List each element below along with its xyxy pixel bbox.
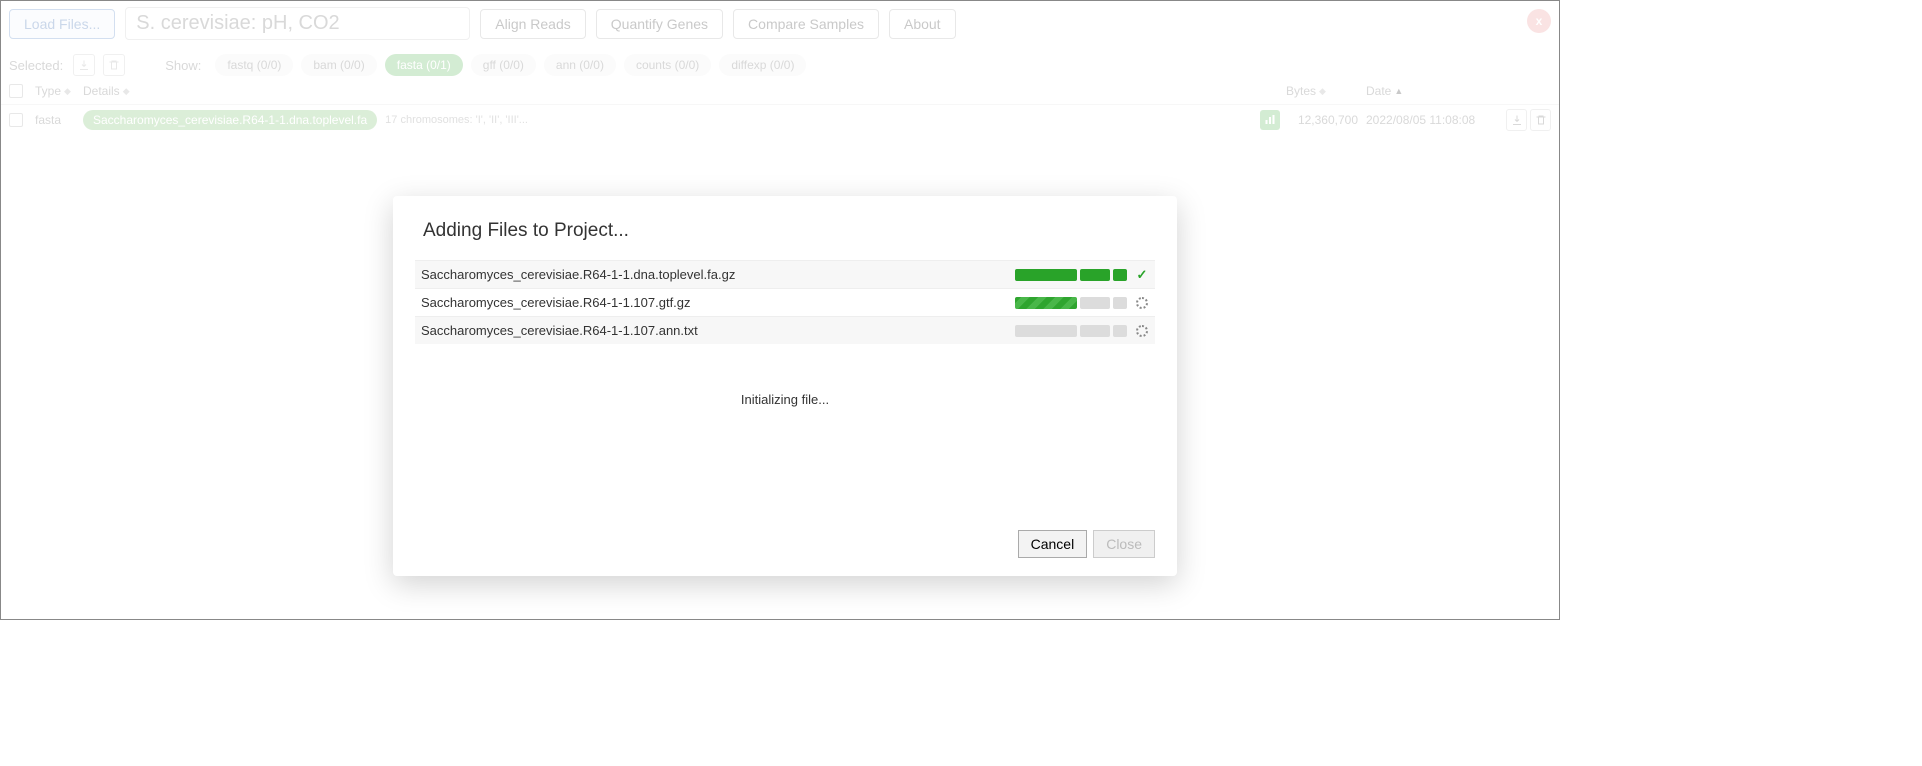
sort-icon: ◆ (1319, 86, 1326, 97)
app-window: Load Files... Align Reads Quantify Genes… (0, 0, 1560, 620)
filter-pill-diffexp[interactable]: diffexp (0/0) (719, 54, 806, 76)
row-type: fasta (35, 113, 83, 127)
file-description: 17 chromosomes: 'I', 'II', 'III'... (385, 114, 528, 126)
add-files-modal: Adding Files to Project... Saccharomyces… (393, 196, 1177, 576)
modal-status-text: Initializing file... (393, 392, 1177, 407)
row-date: 2022/08/05 11:08:08 (1366, 113, 1506, 127)
row-details: Saccharomyces_cerevisiae.R64-1-1.dna.top… (83, 110, 1260, 130)
modal-file-name: Saccharomyces_cerevisiae.R64-1-1.dna.top… (421, 267, 1015, 282)
col-details-label: Details (83, 84, 120, 98)
col-details[interactable]: Details◆ (83, 84, 1286, 98)
project-title-input[interactable] (125, 7, 470, 40)
align-reads-button[interactable]: Align Reads (480, 9, 586, 39)
col-bytes-label: Bytes (1286, 84, 1316, 98)
download-selected-icon[interactable] (73, 54, 95, 76)
filter-pill-ann[interactable]: ann (0/0) (544, 54, 616, 76)
modal-footer: Cancel Close (393, 520, 1177, 576)
progress-bar (1015, 325, 1127, 337)
modal-file-name: Saccharomyces_cerevisiae.R64-1-1.107.ann… (421, 323, 1015, 338)
modal-file-row: Saccharomyces_cerevisiae.R64-1-1.107.ann… (415, 316, 1155, 344)
filter-pill-fasta[interactable]: fasta (0/1) (385, 54, 463, 76)
modal-file-row: Saccharomyces_cerevisiae.R64-1-1.107.gtf… (415, 288, 1155, 316)
filter-pill-gff[interactable]: gff (0/0) (471, 54, 536, 76)
sort-asc-icon: ▲ (1394, 86, 1403, 96)
modal-file-row: Saccharomyces_cerevisiae.R64-1-1.dna.top… (415, 260, 1155, 288)
modal-title: Adding Files to Project... (393, 196, 1177, 254)
chart-icon[interactable] (1260, 110, 1280, 130)
spinner-icon (1135, 324, 1149, 338)
quantify-genes-button[interactable]: Quantify Genes (596, 9, 723, 39)
filter-pill-fastq[interactable]: fastq (0/0) (215, 54, 293, 76)
col-date[interactable]: Date▲ (1366, 84, 1506, 98)
progress-bar (1015, 297, 1127, 309)
download-row-icon[interactable] (1506, 109, 1527, 131)
modal-file-name: Saccharomyces_cerevisiae.R64-1-1.107.gtf… (421, 295, 1015, 310)
col-bytes[interactable]: Bytes◆ (1286, 84, 1358, 98)
delete-row-icon[interactable] (1530, 109, 1551, 131)
modal-file-list: Saccharomyces_cerevisiae.R64-1-1.dna.top… (393, 254, 1177, 350)
spinner-icon (1135, 296, 1149, 310)
col-date-label: Date (1366, 84, 1391, 98)
col-type-label: Type (35, 84, 61, 98)
row-bytes: 12,360,700 (1286, 113, 1358, 127)
cancel-button[interactable]: Cancel (1018, 530, 1088, 558)
about-button[interactable]: About (889, 9, 956, 39)
close-button: Close (1093, 530, 1155, 558)
table-header: Type◆ Details◆ Bytes◆ Date▲ (1, 78, 1559, 105)
show-label: Show: (165, 58, 201, 73)
compare-samples-button[interactable]: Compare Samples (733, 9, 879, 39)
select-all-checkbox[interactable] (9, 84, 23, 98)
table-row[interactable]: fasta Saccharomyces_cerevisiae.R64-1-1.d… (1, 105, 1559, 135)
file-name-pill[interactable]: Saccharomyces_cerevisiae.R64-1-1.dna.top… (83, 110, 377, 130)
toolbar: Load Files... Align Reads Quantify Genes… (1, 1, 1559, 46)
delete-selected-icon[interactable] (103, 54, 125, 76)
sort-icon: ◆ (64, 86, 71, 97)
close-project-button[interactable]: x (1527, 9, 1551, 33)
filter-pill-counts[interactable]: counts (0/0) (624, 54, 711, 76)
progress-bar (1015, 269, 1127, 281)
load-files-button[interactable]: Load Files... (9, 9, 115, 39)
selected-label: Selected: (9, 58, 63, 73)
sort-icon: ◆ (123, 86, 130, 97)
filter-bar: Selected: Show: fastq (0/0) bam (0/0) fa… (1, 46, 1559, 78)
row-checkbox[interactable] (9, 113, 23, 127)
check-icon: ✓ (1135, 268, 1149, 282)
col-type[interactable]: Type◆ (35, 84, 83, 98)
filter-pill-bam[interactable]: bam (0/0) (301, 54, 376, 76)
